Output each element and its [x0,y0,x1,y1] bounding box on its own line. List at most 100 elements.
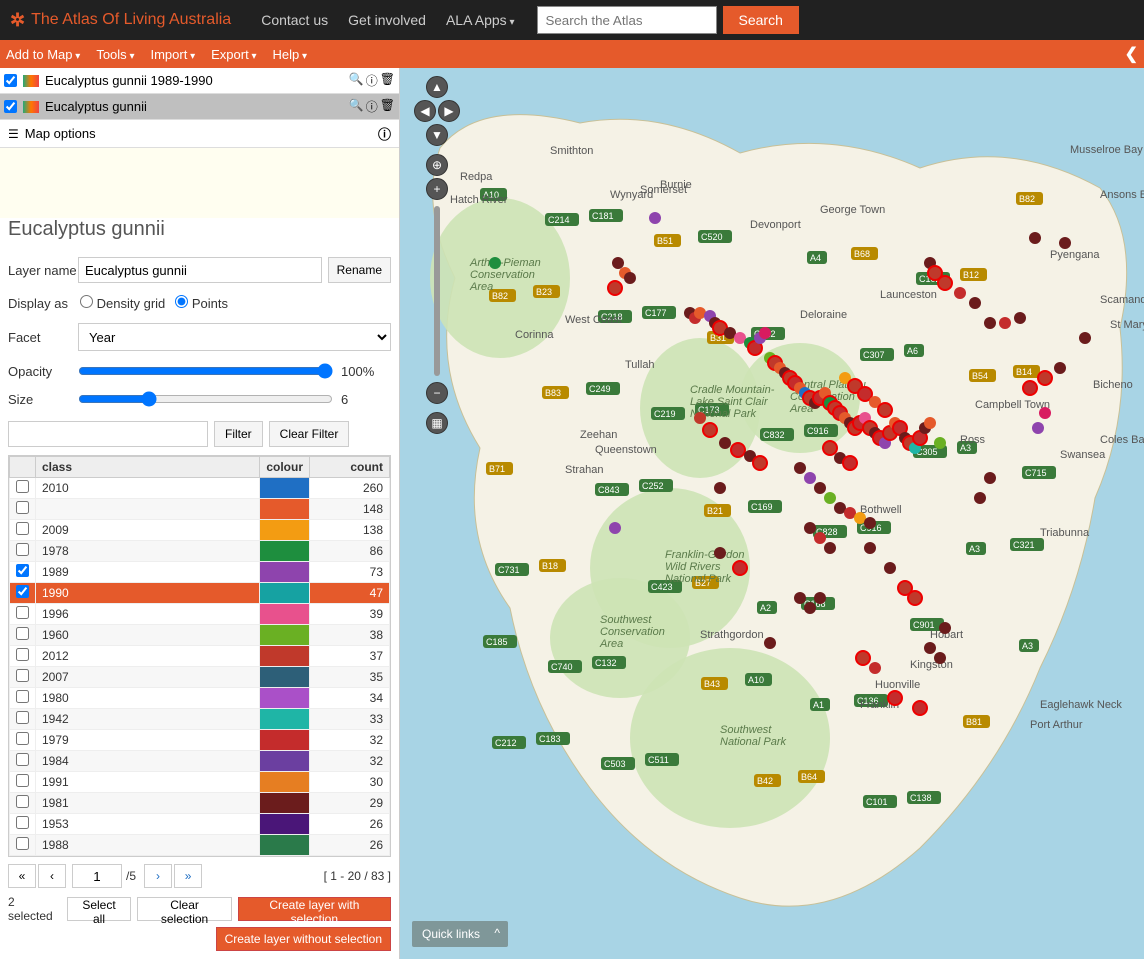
tb-help[interactable]: Help [273,47,308,62]
col-count[interactable]: count [310,457,390,478]
select-all-button[interactable]: Select all [67,897,132,921]
row-checkbox[interactable] [16,753,29,766]
pan-left-icon[interactable]: ◀ [414,100,436,122]
table-row[interactable]: 1991 30 [10,772,390,793]
row-class: 1960 [36,625,260,646]
pan-up-icon[interactable]: ▲ [426,76,448,98]
pager-prev-button[interactable]: ‹ [38,864,66,888]
pager-page-input[interactable] [72,864,122,888]
layer-name-input[interactable] [78,257,322,283]
info-icon[interactable]: ⓘ [378,124,391,143]
table-row[interactable]: 2012 37 [10,646,390,667]
row-checkbox[interactable] [16,522,29,535]
map-options-row[interactable]: ☰ Map options ⓘ [0,120,399,148]
clear-selection-button[interactable]: Clear selection [137,897,231,921]
row-checkbox[interactable] [16,606,29,619]
table-row[interactable]: 1960 38 [10,625,390,646]
nav-contact[interactable]: Contact us [261,12,328,28]
table-row[interactable]: 1990 47 [10,583,390,604]
row-checkbox[interactable] [16,480,29,493]
metadata-icon[interactable]: ⓘ [366,98,378,115]
pager-last-button[interactable]: » [174,864,202,888]
svg-text:Musselroe Bay: Musselroe Bay [1070,144,1143,156]
filter-button[interactable]: Filter [214,421,263,447]
row-checkbox[interactable] [16,543,29,556]
zoom-out-icon[interactable]: − [426,382,448,404]
row-checkbox[interactable] [16,585,29,598]
layer-checkbox[interactable] [4,100,17,113]
zoom-icon[interactable]: 🔍 [349,72,364,89]
globe-icon[interactable]: ⊕ [426,154,448,176]
table-row[interactable]: 2010 260 [10,478,390,499]
selected-count: 2 selected [8,895,61,923]
rename-button[interactable]: Rename [328,257,391,283]
row-checkbox[interactable] [16,795,29,808]
zoom-icon[interactable]: 🔍 [349,98,364,115]
facet-table[interactable]: class colour count 2010 260 148 2009 138… [8,455,391,857]
table-row[interactable]: 1984 32 [10,751,390,772]
row-count: 73 [310,562,390,583]
table-row[interactable]: 1971 24 [10,856,390,858]
table-row[interactable]: 2007 35 [10,667,390,688]
pan-down-icon[interactable]: ▼ [426,124,448,146]
zoom-in-icon[interactable]: + [426,178,448,200]
collapse-panel-icon[interactable]: ❮ [1125,44,1138,64]
col-class[interactable]: class [36,457,260,478]
metadata-icon[interactable]: ⓘ [366,72,378,89]
tb-add[interactable]: Add to Map [6,47,80,62]
tb-import[interactable]: Import [150,47,195,62]
table-row[interactable]: 148 [10,499,390,520]
radio-density[interactable]: Density grid [80,295,165,311]
delete-icon[interactable]: 🗑 [380,72,395,89]
layer-row[interactable]: Eucalyptus gunnii 🔍 ⓘ 🗑 [0,94,399,120]
clear-filter-button[interactable]: Clear Filter [269,421,350,447]
row-checkbox[interactable] [16,690,29,703]
table-row[interactable]: 1996 39 [10,604,390,625]
row-checkbox[interactable] [16,711,29,724]
facet-select[interactable]: Year [78,323,391,351]
nav-getinvolved[interactable]: Get involved [348,12,426,28]
map-canvas[interactable]: A10B23C249C252B27A10B64B68A6A3C321C185C1… [400,68,1144,959]
table-row[interactable]: 1942 33 [10,709,390,730]
table-row[interactable]: 1980 34 [10,688,390,709]
row-checkbox[interactable] [16,627,29,640]
delete-icon[interactable]: 🗑 [380,98,395,115]
table-row[interactable]: 1989 73 [10,562,390,583]
pager-first-button[interactable]: « [8,864,36,888]
top-bar: ✲ The Atlas Of Living Australia Contact … [0,0,1144,40]
create-without-selection-button[interactable]: Create layer without selection [216,927,391,951]
table-row[interactable]: 1978 86 [10,541,390,562]
search-button[interactable]: Search [723,6,799,34]
size-slider[interactable] [78,391,333,407]
zoom-slider[interactable] [434,206,440,376]
table-row[interactable]: 1988 26 [10,835,390,856]
tb-tools[interactable]: Tools [96,47,134,62]
row-checkbox[interactable] [16,501,29,514]
col-colour[interactable]: colour [260,457,310,478]
row-checkbox[interactable] [16,837,29,850]
row-checkbox[interactable] [16,816,29,829]
row-checkbox[interactable] [16,648,29,661]
row-colour [260,856,310,858]
table-row[interactable]: 1979 32 [10,730,390,751]
table-row[interactable]: 2009 138 [10,520,390,541]
nav-apps[interactable]: ALA Apps [446,12,515,28]
tb-export[interactable]: Export [211,47,256,62]
quick-links-button[interactable]: Quick links [412,921,508,947]
create-with-selection-button[interactable]: Create layer with selection [238,897,391,921]
row-checkbox[interactable] [16,669,29,682]
table-row[interactable]: 1953 26 [10,814,390,835]
pan-right-icon[interactable]: ▶ [438,100,460,122]
layers-icon[interactable]: ▦ [426,412,448,434]
search-input[interactable] [537,6,717,34]
row-checkbox[interactable] [16,774,29,787]
row-checkbox[interactable] [16,564,29,577]
filter-input[interactable] [8,421,208,447]
row-checkbox[interactable] [16,732,29,745]
pager-next-button[interactable]: › [144,864,172,888]
opacity-slider[interactable] [78,363,333,379]
layer-checkbox[interactable] [4,74,17,87]
layer-row[interactable]: Eucalyptus gunnii 1989-1990 🔍 ⓘ 🗑 [0,68,399,94]
table-row[interactable]: 1981 29 [10,793,390,814]
radio-points[interactable]: Points [175,295,228,311]
